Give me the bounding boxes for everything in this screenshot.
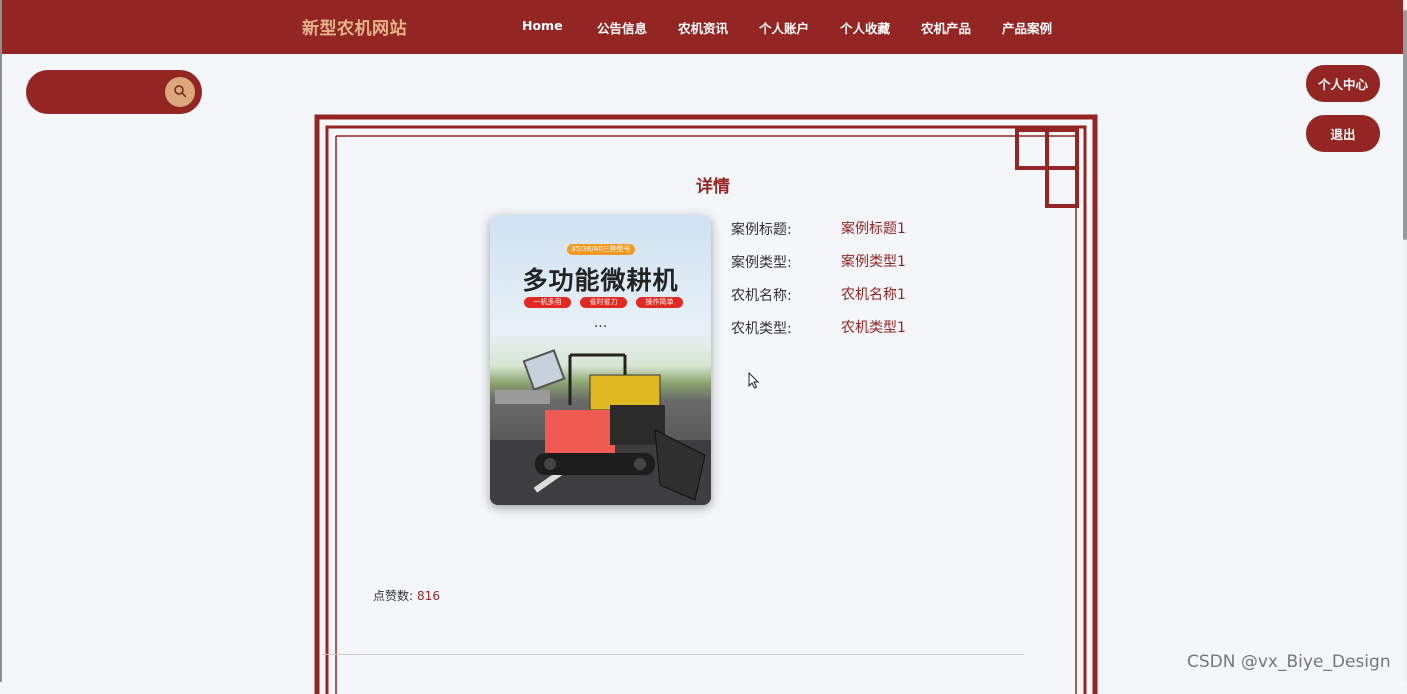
search-input[interactable] bbox=[42, 82, 176, 104]
poster-headline: 多功能微耕机 bbox=[522, 266, 679, 295]
search-icon bbox=[173, 83, 187, 102]
poster-ellipsis: ... bbox=[593, 315, 608, 331]
poster-tag: 35/36/40三种型号 bbox=[567, 244, 635, 255]
nav-item-news[interactable]: 农机资讯 bbox=[678, 18, 728, 37]
divider bbox=[322, 654, 1024, 655]
field-value: 农机类型1 bbox=[841, 320, 906, 336]
field-value: 案例类型1 bbox=[841, 254, 906, 270]
profile-center-button[interactable]: 个人中心 bbox=[1306, 65, 1380, 102]
poster-pill: 省时省力 bbox=[580, 297, 627, 308]
nav-item-home[interactable]: Home bbox=[522, 18, 563, 33]
nav-item-cases[interactable]: 产品案例 bbox=[1002, 18, 1052, 37]
scrollbar-thumb[interactable] bbox=[1403, 10, 1407, 240]
field-value: 案例标题1 bbox=[841, 221, 906, 237]
poster-pill: 一机多用 bbox=[524, 297, 571, 308]
likes-count: 点赞数: 816 bbox=[373, 587, 440, 604]
tiller-machine-illustration bbox=[495, 349, 706, 501]
nav-item-products[interactable]: 农机产品 bbox=[921, 18, 971, 37]
top-nav: 新型农机网站 Home 公告信息 农机资讯 个人账户 个人收藏 农机产品 产品案… bbox=[2, 0, 1403, 54]
nav-item-announcements[interactable]: 公告信息 bbox=[597, 18, 647, 37]
nav-item-favorites[interactable]: 个人收藏 bbox=[840, 18, 890, 37]
poster-pill: 操作简单 bbox=[636, 297, 683, 308]
logout-button[interactable]: 退出 bbox=[1306, 115, 1380, 152]
site-brand[interactable]: 新型农机网站 bbox=[302, 14, 407, 39]
page-left-edge bbox=[0, 0, 2, 682]
scrollbar[interactable] bbox=[1403, 0, 1407, 682]
field-label: 案例类型: bbox=[731, 255, 792, 271]
product-image[interactable]: 35/36/40三种型号 多功能微耕机 一机多用 省时省力 操作简单 ... bbox=[490, 215, 711, 505]
field-label: 农机类型: bbox=[731, 321, 792, 337]
field-label: 农机名称: bbox=[731, 288, 792, 304]
field-label: 案例标题: bbox=[731, 222, 792, 238]
search-bar bbox=[26, 70, 202, 114]
poster-pills: 一机多用 省时省力 操作简单 bbox=[524, 297, 684, 308]
mouse-cursor-icon bbox=[748, 371, 760, 393]
watermark: CSDN @vx_Biye_Design bbox=[1187, 652, 1391, 672]
likes-value: 816 bbox=[417, 589, 440, 603]
field-value: 农机名称1 bbox=[841, 287, 906, 303]
likes-label: 点赞数: bbox=[373, 589, 414, 603]
nav-item-account[interactable]: 个人账户 bbox=[759, 18, 809, 37]
detail-title: 详情 bbox=[696, 177, 730, 197]
search-button[interactable] bbox=[165, 77, 195, 107]
